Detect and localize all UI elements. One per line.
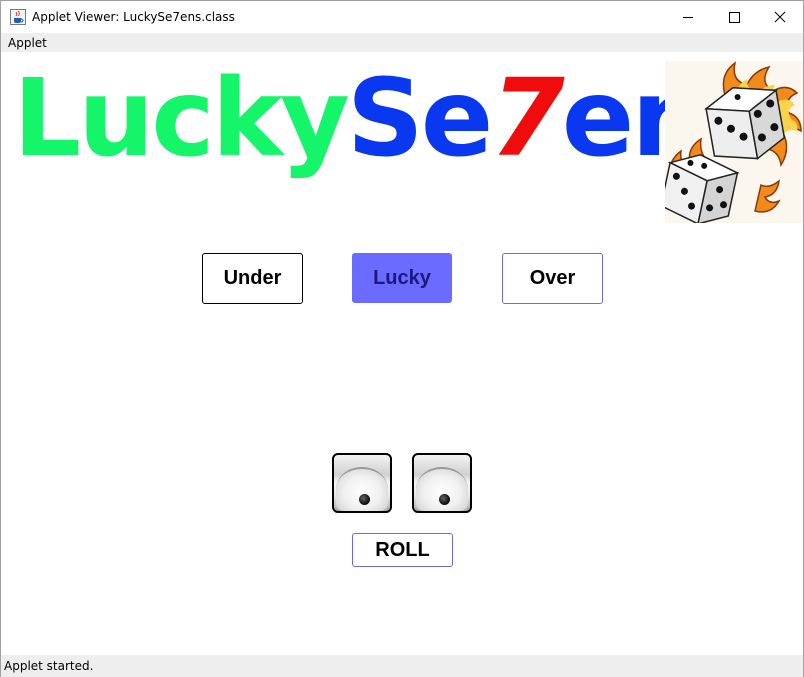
- minimize-icon: [683, 17, 693, 18]
- die-right: [412, 453, 472, 513]
- applet-viewer-window: Applet Viewer: LuckySe7ens.class Applet …: [0, 0, 804, 677]
- die-pip: [439, 494, 450, 505]
- lucky-button[interactable]: Lucky: [352, 253, 452, 303]
- window-title: Applet Viewer: LuckySe7ens.class: [32, 10, 235, 24]
- under-button[interactable]: Under: [202, 253, 303, 304]
- over-button[interactable]: Over: [502, 253, 603, 304]
- die-left-face: [336, 467, 388, 511]
- logo-seven: 7: [490, 57, 564, 181]
- status-text: Applet started.: [4, 659, 94, 673]
- logo-se: Se: [346, 57, 494, 181]
- die-left: [332, 453, 392, 513]
- flaming-dice-icon: [665, 61, 803, 223]
- close-icon: [774, 11, 786, 23]
- java-cup-icon: [10, 9, 26, 25]
- die-pip: [359, 494, 370, 505]
- die-right-face: [416, 467, 468, 511]
- maximize-icon: [729, 12, 740, 23]
- maximize-button[interactable]: [711, 1, 757, 33]
- minimize-button[interactable]: [665, 1, 711, 33]
- logo-lucky: Lucky: [13, 57, 350, 181]
- menu-applet[interactable]: Applet: [8, 36, 47, 50]
- status-bar: Applet started.: [1, 655, 803, 677]
- close-button[interactable]: [757, 1, 803, 33]
- lucky-se7ens-logo: LuckySe7ens: [13, 57, 768, 181]
- menu-bar: Applet: [1, 33, 803, 52]
- title-bar[interactable]: Applet Viewer: LuckySe7ens.class: [1, 1, 803, 33]
- roll-button[interactable]: ROLL: [352, 533, 453, 567]
